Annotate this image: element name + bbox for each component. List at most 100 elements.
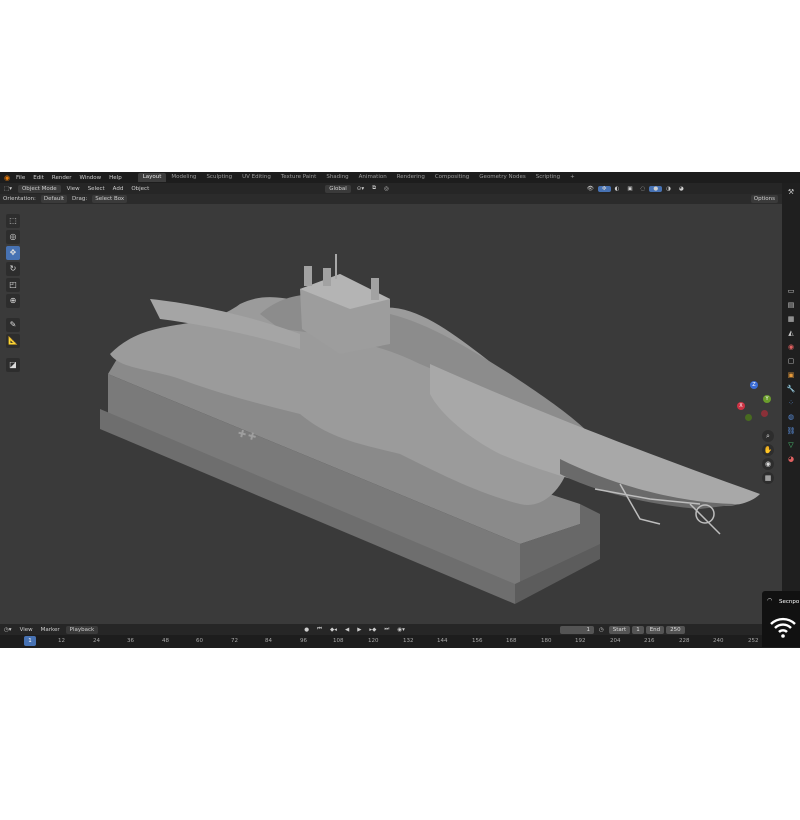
current-frame-marker[interactable]: 1 [24, 636, 36, 646]
end-frame-field[interactable]: 250 [666, 625, 685, 634]
model-crew-figure-1 [304, 266, 312, 286]
frame-ruler[interactable]: 1 12 24 36 48 60 72 84 96 108 120 132 14… [0, 635, 800, 648]
proportional-edit-icon[interactable]: ◎ [380, 186, 393, 192]
play-reverse-icon[interactable]: ◀ [341, 627, 353, 633]
shading-rendered-icon[interactable]: ◕ [675, 186, 688, 192]
tab-scripting[interactable]: Scripting [531, 173, 565, 182]
frame-tick: 48 [162, 638, 169, 644]
tab-shading[interactable]: Shading [321, 173, 353, 182]
gizmo-neg-x[interactable] [761, 410, 768, 417]
keying-icon[interactable]: ◉▾ [393, 627, 409, 633]
gizmo-z-axis[interactable]: Z [750, 381, 758, 389]
frame-tick: 84 [265, 638, 272, 644]
world-properties-icon[interactable]: ◉ [786, 342, 796, 352]
data-properties-icon[interactable]: ▽ [786, 440, 796, 450]
mode-dropdown[interactable]: Object Mode [17, 184, 61, 193]
zoom-icon[interactable]: ⌕ [762, 430, 774, 442]
snap-icon[interactable]: ⧉ [368, 185, 380, 192]
network-notification[interactable]: ◠ Secnpo [762, 591, 800, 647]
scale-icon[interactable]: ◰ [6, 278, 20, 292]
menu-render[interactable]: Render [48, 175, 76, 181]
xray-icon[interactable]: ▣ [623, 186, 636, 192]
physics-icon[interactable]: ◍ [786, 412, 796, 422]
editor-type-icon[interactable]: ⬚▾ [0, 186, 16, 192]
tab-sculpting[interactable]: Sculpting [201, 173, 237, 182]
annotate-icon[interactable]: ✎ [6, 318, 20, 332]
tool-properties-icon[interactable]: ⚒ [786, 187, 796, 197]
menu-view[interactable]: View [63, 186, 84, 192]
scene-properties-icon[interactable]: ◭ [786, 328, 796, 338]
transform-icon[interactable]: ⊕ [6, 294, 20, 308]
menu-add[interactable]: Add [109, 186, 128, 192]
tab-texture-paint[interactable]: Texture Paint [276, 173, 322, 182]
timeline-playback-menu[interactable]: Playback [65, 625, 99, 634]
next-keyframe-icon[interactable]: ▸◆ [365, 627, 380, 633]
measure-icon[interactable]: 📐 [6, 334, 20, 348]
frame-tick: 216 [644, 638, 655, 644]
perspective-grid-icon[interactable]: ▦ [762, 472, 774, 484]
options-dropdown[interactable]: Options [750, 195, 778, 203]
wifi-icon [770, 617, 796, 638]
view-layer-icon[interactable]: ▦ [786, 314, 796, 324]
collection-icon[interactable]: ▢ [786, 356, 796, 366]
menu-help[interactable]: Help [105, 175, 126, 181]
particles-icon[interactable]: ⁘ [786, 398, 796, 408]
start-frame-field[interactable]: 1 [632, 625, 644, 634]
shading-material-icon[interactable]: ◑ [662, 186, 675, 192]
menu-select[interactable]: Select [84, 186, 109, 192]
preview-range-icon[interactable]: ◷ [595, 627, 608, 633]
output-properties-icon[interactable]: ▤ [786, 300, 796, 310]
constraints-icon[interactable]: ⛓ [786, 426, 796, 436]
add-cube-icon[interactable]: ◪ [6, 358, 20, 372]
cursor-icon[interactable]: ◎ [6, 230, 20, 244]
gizmo-x-axis[interactable]: X [737, 402, 745, 410]
transform-orientation-dropdown[interactable]: Global [325, 184, 351, 193]
modifier-properties-icon[interactable]: 🔧 [786, 384, 796, 394]
pan-hand-icon[interactable]: ✋ [762, 444, 774, 456]
camera-view-icon[interactable]: ◉ [762, 458, 774, 470]
current-frame-field[interactable]: 1 [559, 625, 594, 634]
auto-keying-icon[interactable]: ● [300, 627, 313, 633]
drag-dropdown[interactable]: Select Box [92, 195, 128, 203]
tab-rendering[interactable]: Rendering [392, 173, 430, 182]
play-icon[interactable]: ▶ [353, 627, 365, 633]
timeline-editor-icon[interactable]: ◷▾ [0, 627, 16, 633]
menu-object[interactable]: Object [127, 186, 153, 192]
tab-animation[interactable]: Animation [354, 173, 392, 182]
object-properties-icon[interactable]: ▣ [786, 370, 796, 380]
frame-tick: 156 [472, 638, 483, 644]
add-workspace-icon[interactable]: + [565, 173, 580, 182]
tab-modeling[interactable]: Modeling [166, 173, 201, 182]
material-properties-icon[interactable]: ◕ [786, 454, 796, 464]
menu-edit[interactable]: Edit [29, 175, 48, 181]
tab-uv-editing[interactable]: UV Editing [237, 173, 276, 182]
overlay-icon[interactable]: ◐ [611, 186, 624, 192]
frame-tick: 132 [403, 638, 414, 644]
rotate-icon[interactable]: ↻ [6, 262, 20, 276]
navigation-gizmo[interactable]: Z Y X [735, 381, 775, 424]
menu-file[interactable]: File [12, 175, 29, 181]
timeline-view-menu[interactable]: View [16, 627, 37, 633]
top-menu-bar: ◉ File Edit Render Window Help Layout Mo… [0, 172, 800, 183]
blender-logo-icon[interactable]: ◉ [2, 174, 12, 182]
tab-geometry-nodes[interactable]: Geometry Nodes [474, 173, 530, 182]
visibility-icon[interactable]: 👁 [583, 186, 598, 192]
3d-viewport[interactable]: ᐩᐩ Z Y X ⌕ ✋ ◉ ▦ [0, 204, 782, 624]
gizmo-neg-y[interactable] [745, 414, 752, 421]
menu-window[interactable]: Window [75, 175, 105, 181]
gizmo-toggle-icon[interactable]: ✥ [597, 185, 611, 192]
select-box-icon[interactable]: ⬚ [6, 214, 20, 228]
prev-keyframe-icon[interactable]: ◆◂ [326, 627, 341, 633]
tab-compositing[interactable]: Compositing [430, 173, 474, 182]
tab-layout[interactable]: Layout [137, 173, 167, 182]
pivot-icon[interactable]: ⊙▾ [353, 186, 368, 192]
orientation-dropdown[interactable]: Default [40, 195, 68, 203]
jump-end-icon[interactable]: ⏭ [380, 626, 393, 633]
shading-solid-icon[interactable]: ● [649, 185, 663, 192]
shading-wireframe-icon[interactable]: ◌ [637, 186, 650, 192]
gizmo-y-axis[interactable]: Y [763, 395, 771, 403]
render-properties-icon[interactable]: ▭ [786, 286, 796, 296]
jump-start-icon[interactable]: ⏮ [313, 626, 326, 633]
timeline-marker-menu[interactable]: Marker [37, 627, 64, 633]
move-icon[interactable]: ✥ [6, 246, 20, 260]
